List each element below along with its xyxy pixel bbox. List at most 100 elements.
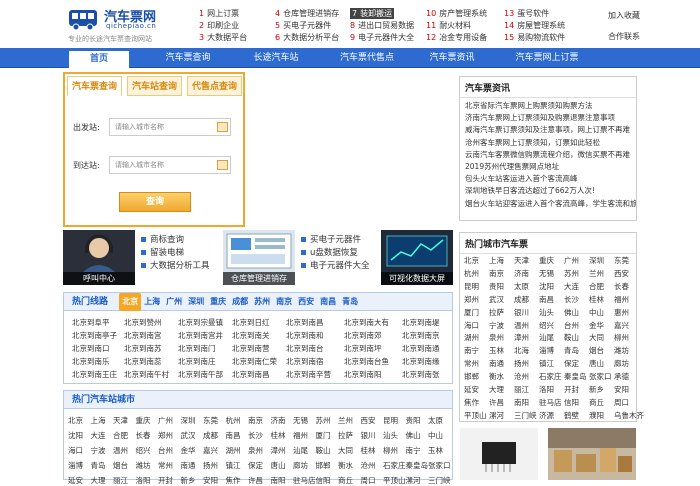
hot-city-link[interactable]: 中山 [589, 307, 604, 318]
station-city-link[interactable]: 兰州 [338, 415, 353, 426]
hot-city-link[interactable]: 金华 [589, 320, 604, 331]
news-link[interactable]: 北京省际汽车票网上购票须知购票方法 [460, 100, 636, 112]
news-link[interactable]: 沧州客车票网上订票须知，订票如此轻松 [460, 137, 636, 149]
quick-link[interactable]: 11 耐火材料 [426, 20, 471, 31]
route-link[interactable]: 北京到南午部 [178, 369, 223, 380]
station-city-link[interactable]: 秦皇岛 [406, 460, 429, 471]
station-city-link[interactable]: 海口 [68, 445, 83, 456]
station-city-link[interactable]: 湖州 [226, 445, 241, 456]
nav-ticket-search[interactable]: 汽车票查询 [143, 48, 233, 68]
route-link[interactable]: 北京到南台 [286, 343, 324, 354]
hot-city-link[interactable]: 北京 [464, 255, 479, 266]
station-city-link[interactable]: 大连 [91, 430, 106, 441]
hot-city-link[interactable]: 丽江 [514, 384, 529, 395]
hot-city-link[interactable]: 濮阳 [589, 410, 604, 421]
station-city-link[interactable]: 唐山 [271, 460, 286, 471]
hot-city-link[interactable]: 拉萨 [489, 307, 504, 318]
hot-city-link[interactable]: 商丘 [589, 397, 604, 408]
station-city-link[interactable]: 延安 [68, 475, 83, 486]
news-link[interactable]: 2019苏州代理售票网点地址 [460, 161, 636, 173]
quick-link[interactable]: 4 仓库管理进销存 [275, 8, 339, 19]
hot-city-link[interactable]: 石家庄 [539, 371, 562, 382]
search-button[interactable]: 查询 [119, 192, 191, 212]
station-city-link[interactable]: 杭州 [226, 415, 241, 426]
hot-city-link[interactable]: 淄博 [539, 345, 554, 356]
nav-home[interactable]: 首页 [68, 50, 130, 68]
hot-city-link[interactable]: 沧州 [514, 371, 529, 382]
station-city-link[interactable]: 汕尾 [293, 445, 308, 456]
station-city-link[interactable]: 合肥 [113, 430, 128, 441]
station-city-link[interactable]: 福州 [293, 430, 308, 441]
station-city-link[interactable]: 温州 [113, 445, 128, 456]
quick-link[interactable]: 13 蛋号软件 [504, 8, 549, 19]
tab-agent-search[interactable]: 代售点查询 [187, 76, 242, 96]
calendar-icon[interactable] [217, 160, 228, 170]
station-city-link[interactable]: 厦门 [316, 430, 331, 441]
route-link[interactable]: 北京到南王庄 [72, 369, 117, 380]
hot-city-link[interactable]: 大连 [564, 281, 579, 292]
route-link[interactable]: 北京到南宿 [286, 356, 324, 367]
station-city-link[interactable]: 东莞 [203, 415, 218, 426]
quick-link[interactable]: 5 买电子元器件 [275, 20, 331, 31]
hot-city-link[interactable]: 秦皇岛 [564, 371, 587, 382]
station-city-link[interactable]: 烟台 [113, 460, 128, 471]
hot-city-link[interactable]: 兰州 [589, 268, 604, 279]
hot-city-link[interactable]: 重庆 [539, 255, 554, 266]
data-screen-banner[interactable]: 可视化数据大屏 [381, 230, 453, 285]
quick-link[interactable]: 10 房产管理系统 [426, 8, 487, 19]
station-city-link[interactable]: 廊坊 [293, 460, 308, 471]
nav-stations[interactable]: 长途汽车站 [231, 48, 321, 68]
hot-city-link[interactable]: 烟台 [589, 345, 604, 356]
hot-city-link[interactable]: 柳州 [614, 332, 629, 343]
news-link[interactable]: 云南汽车客票微信购票流程介绍，微信买票不再难 [460, 149, 636, 161]
station-city-link[interactable]: 平顶山 [383, 475, 406, 486]
station-city-link[interactable]: 长沙 [248, 430, 263, 441]
station-city-link[interactable]: 重庆 [136, 415, 151, 426]
station-city-link[interactable]: 鞍山 [316, 445, 331, 456]
hot-city-link[interactable]: 厦门 [464, 307, 479, 318]
hot-line-city-tab[interactable]: 成都 [229, 293, 251, 311]
tab-station-search[interactable]: 汽车站查询 [127, 76, 182, 96]
station-city-link[interactable]: 武汉 [181, 430, 196, 441]
warehouse-photo[interactable] [548, 428, 636, 480]
station-city-link[interactable]: 长春 [136, 430, 151, 441]
cooperate-link[interactable]: 合作联系 [608, 31, 640, 42]
hot-city-link[interactable]: 玉林 [489, 345, 504, 356]
station-city-link[interactable]: 安阳 [203, 475, 218, 486]
route-link[interactable]: 北京到南仁荣 [232, 356, 277, 367]
hot-city-link[interactable]: 深圳 [589, 255, 604, 266]
route-link[interactable]: 北京到南乐 [72, 356, 110, 367]
hot-city-link[interactable]: 贵阳 [489, 281, 504, 292]
station-city-link[interactable]: 大同 [338, 445, 353, 456]
station-city-link[interactable]: 石家庄 [383, 460, 406, 471]
station-city-link[interactable]: 漳州 [271, 445, 286, 456]
hot-city-link[interactable]: 鞍山 [564, 332, 579, 343]
hot-city-link[interactable]: 承德 [614, 371, 629, 382]
station-city-link[interactable]: 中山 [428, 430, 443, 441]
quick-link[interactable]: 7 装卸搬运 [350, 8, 395, 19]
hot-city-link[interactable]: 佛山 [564, 307, 579, 318]
hot-city-link[interactable]: 南宁 [464, 345, 479, 356]
route-link[interactable]: 北京到南坪 [344, 343, 382, 354]
station-city-link[interactable]: 镇江 [226, 460, 241, 471]
route-link[interactable]: 北京到南和 [286, 330, 324, 341]
news-link[interactable]: 包头火车站客运进入首个客流高峰 [460, 173, 636, 185]
route-link[interactable]: 北京到南宫 [124, 330, 162, 341]
station-city-link[interactable]: 嘉兴 [203, 445, 218, 456]
hot-city-link[interactable]: 焦作 [464, 397, 479, 408]
station-city-link[interactable]: 西安 [361, 415, 376, 426]
station-city-link[interactable]: 扬州 [203, 460, 218, 471]
hot-city-link[interactable]: 鹤壁 [564, 410, 579, 421]
station-city-link[interactable]: 昆明 [383, 415, 398, 426]
station-city-link[interactable]: 台州 [158, 445, 173, 456]
route-link[interactable]: 北京到南关 [232, 330, 270, 341]
hot-city-link[interactable]: 昆明 [464, 281, 479, 292]
station-city-link[interactable]: 银川 [361, 430, 376, 441]
hot-city-link[interactable]: 乌鲁木齐 [614, 410, 644, 421]
hot-city-link[interactable]: 南通 [489, 358, 504, 369]
station-city-link[interactable]: 泉州 [248, 445, 263, 456]
route-link[interactable]: 北京到南缘 [402, 356, 440, 367]
route-link[interactable]: 北京到南京 [402, 330, 440, 341]
station-city-link[interactable]: 桂林 [271, 430, 286, 441]
hot-line-city-tab[interactable]: 北京 [119, 293, 142, 311]
